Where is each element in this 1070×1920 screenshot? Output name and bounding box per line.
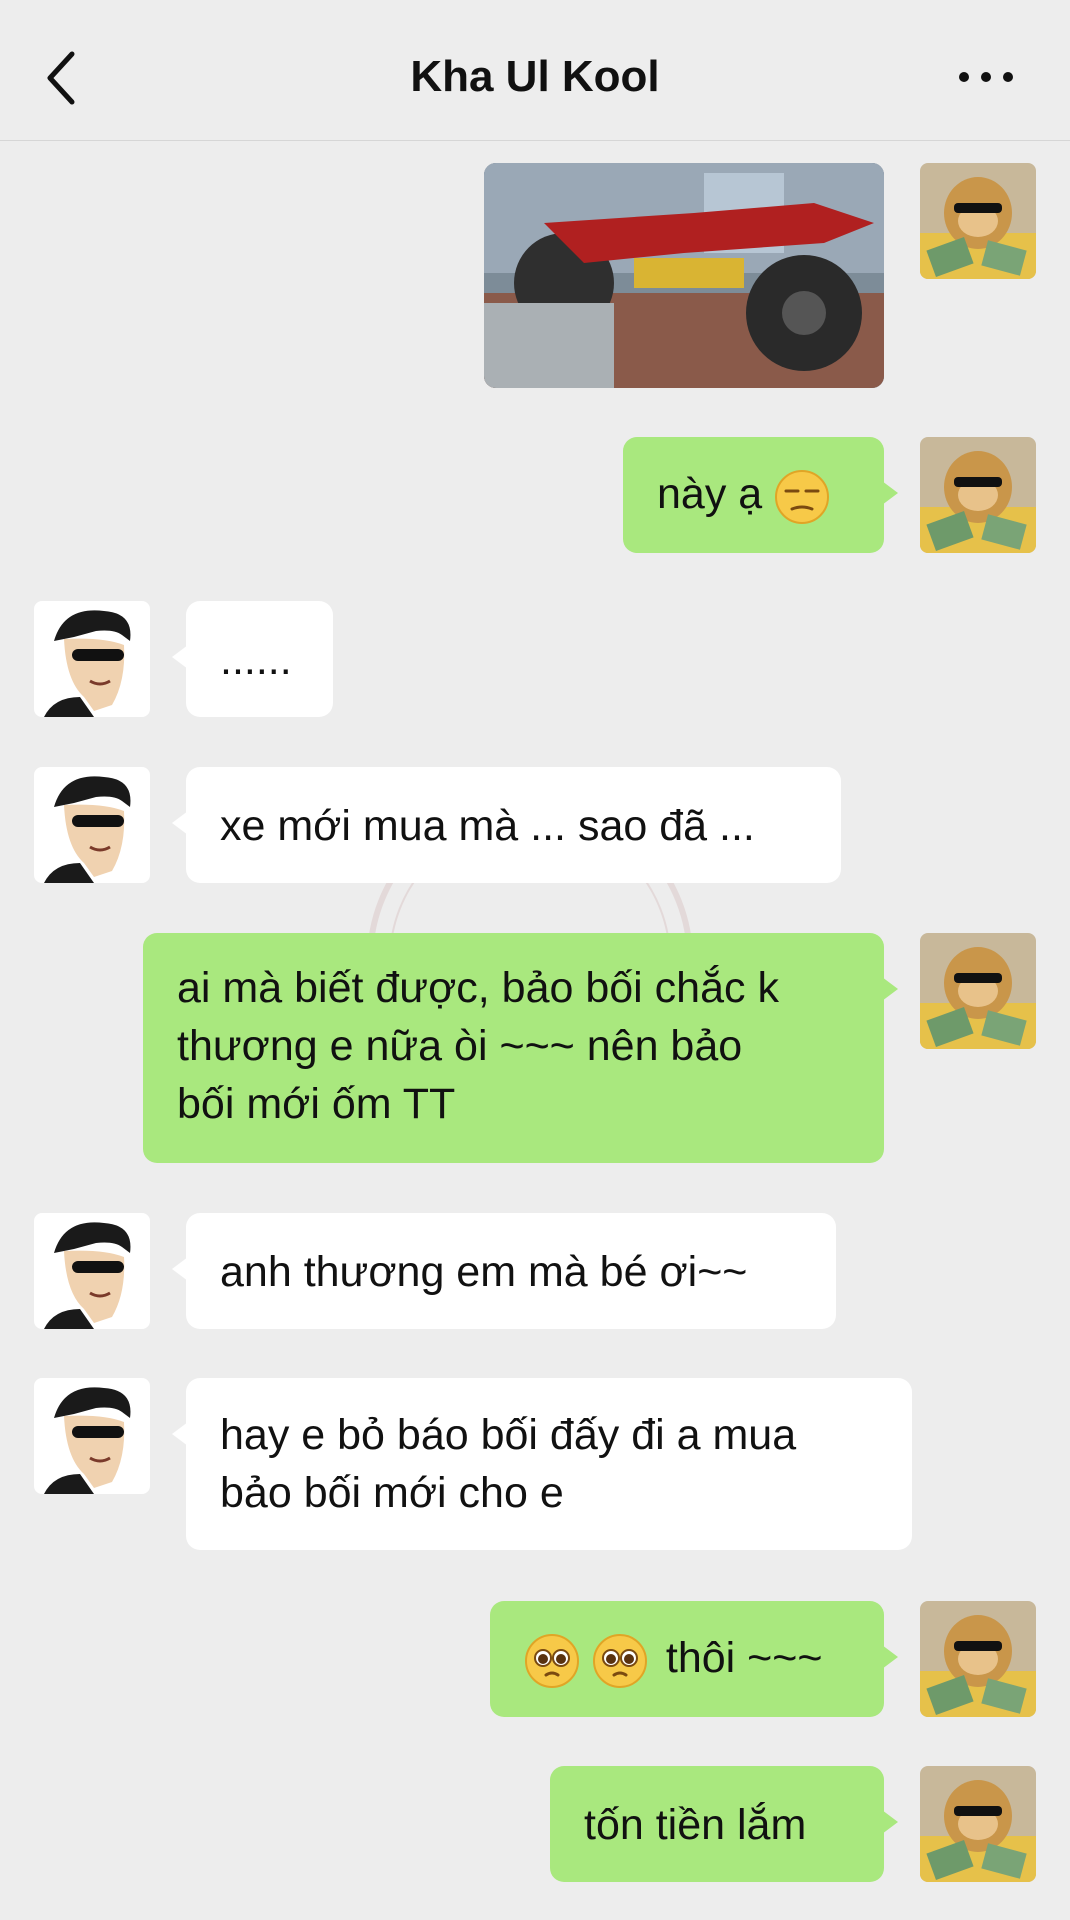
message-text: xe mới mua mà ... sao đã ... (220, 802, 755, 850)
contact-avatar[interactable] (34, 601, 150, 717)
my-avatar[interactable] (920, 933, 1036, 1049)
received-bubble[interactable]: anh thương em mà bé ơi~~ (172, 1213, 836, 1329)
message-text: thôi ~~~ (665, 1634, 823, 1682)
received-bubble[interactable]: xe mới mua mà ... sao đã ... (172, 767, 841, 883)
motorcycle-photo[interactable] (484, 163, 884, 388)
received-bubble[interactable]: hay e bỏ báo bối đấy đi a mua bảo bối mớ… (172, 1378, 912, 1550)
message-line: ai mà biết được, bảo bối chắc k (177, 964, 779, 1012)
message-line: hay e bỏ báo bối đấy đi a mua (220, 1411, 797, 1459)
message-text: này ạ (657, 470, 763, 518)
pleading-face-icon (592, 1633, 647, 1688)
received-bubble[interactable]: ...... (172, 601, 333, 717)
my-avatar[interactable] (920, 1601, 1036, 1717)
my-avatar[interactable] (920, 1766, 1036, 1882)
message-text: ...... (220, 636, 292, 684)
message-line: bối mới ốm TT (177, 1080, 456, 1128)
contact-avatar[interactable] (34, 1378, 150, 1494)
unamused-face-icon (775, 469, 830, 524)
contact-avatar[interactable] (34, 1213, 150, 1329)
contact-avatar[interactable] (34, 767, 150, 883)
my-avatar[interactable] (920, 437, 1036, 553)
pleading-face-icon (525, 1633, 579, 1688)
chat-title: Kha Ul Kool (410, 52, 660, 101)
nav-bar: Kha Ul Kool (0, 0, 1070, 141)
sent-bubble[interactable]: tốn tiền lắm (550, 1766, 898, 1882)
message-text: tốn tiền lắm (584, 1801, 807, 1849)
sent-bubble[interactable]: ai mà biết được, bảo bối chắc k thương e… (143, 933, 898, 1163)
more-dots-icon[interactable] (956, 62, 1016, 92)
my-avatar[interactable] (920, 163, 1036, 279)
sent-bubble[interactable]: thôi ~~~ (490, 1601, 898, 1717)
message-line: bảo bối mới cho e (220, 1469, 564, 1517)
message-text: anh thương em mà bé ơi~~ (220, 1248, 748, 1296)
sent-bubble[interactable]: này ạ (623, 437, 898, 553)
message-line: thương e nữa òi ~~~ nên bảo (177, 1022, 743, 1070)
